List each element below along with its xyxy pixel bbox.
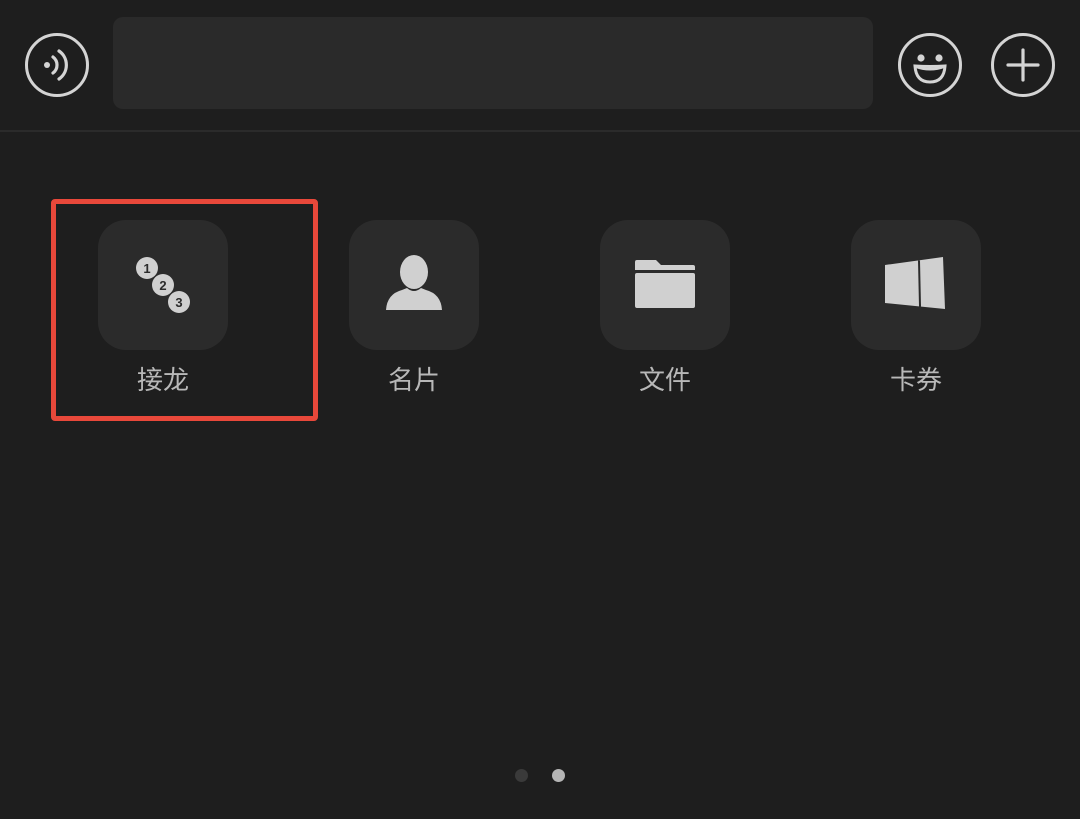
emoji-button[interactable]	[898, 33, 962, 97]
chat-input-bar	[0, 0, 1080, 132]
highlight-frame	[51, 199, 318, 421]
panel-item-coupon-label: 卡券	[889, 366, 942, 396]
voice-button[interactable]	[25, 33, 89, 97]
plus-icon	[1006, 48, 1040, 82]
contact-card-icon	[386, 255, 442, 310]
panel-item-contact-card[interactable]: 名片	[349, 220, 479, 398]
panel-item-file-icon-box	[600, 220, 730, 350]
panel-item-coupon[interactable]: 卡券	[851, 220, 981, 398]
more-button[interactable]	[991, 33, 1055, 97]
panel-item-contact-card-icon-box	[349, 220, 479, 350]
emoji-icon	[913, 54, 947, 84]
coupon-icon	[885, 257, 945, 309]
page-indicator	[0, 768, 1080, 784]
page-dot-1[interactable]	[515, 769, 528, 782]
page-dot-2-active[interactable]	[552, 769, 565, 782]
voice-icon	[44, 49, 68, 81]
panel-item-contact-card-label: 名片	[387, 366, 440, 396]
panel-item-file[interactable]: 文件	[600, 220, 730, 398]
folder-icon	[635, 260, 695, 308]
panel-item-coupon-icon-box	[851, 220, 981, 350]
chat-screen: 1 2 3 接龙 名片 文件 卡券	[0, 0, 1080, 819]
message-input[interactable]	[113, 17, 873, 109]
panel-item-file-label: 文件	[638, 366, 691, 396]
